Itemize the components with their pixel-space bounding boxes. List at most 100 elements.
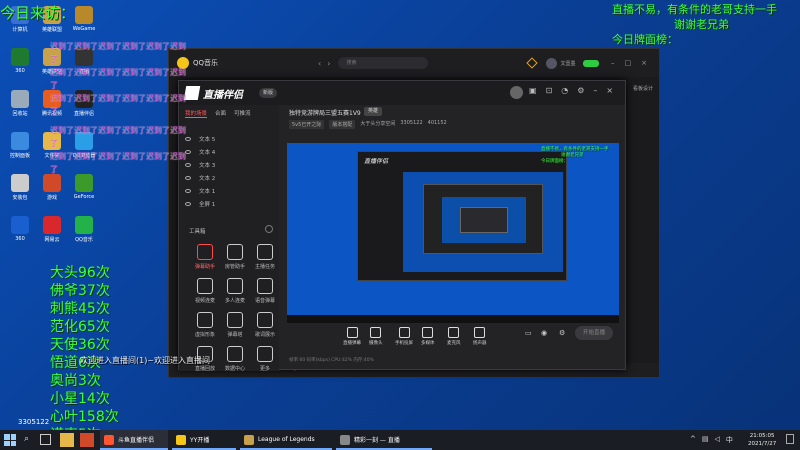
leaderboard-entry: 心叶158次 <box>50 409 119 425</box>
stream-title[interactable]: 独特竞游牌局三盟五赛1V9 <box>289 108 361 117</box>
tool-icon <box>257 244 273 260</box>
camera-icon[interactable]: ▭ <box>525 329 532 337</box>
tool-icon <box>227 312 243 328</box>
explorer-icon[interactable] <box>60 433 74 447</box>
minimize-icon[interactable]: – <box>593 86 597 95</box>
layer-label: 文本 2 <box>199 175 216 182</box>
desktop-icon[interactable]: GeForce <box>66 174 102 214</box>
taskbar-item-2[interactable]: YY开播 <box>172 430 236 450</box>
scene-panel: 我的场景 合面 可推流 文本 5 文本 4 文本 3 文本 2 文本 1 全屏 1 工具箱… <box>179 105 279 372</box>
desktop-icon[interactable]: 安装包 <box>2 174 38 214</box>
app-icon[interactable] <box>80 433 94 447</box>
tool-icon <box>227 244 243 260</box>
layer-label: 全屏 1 <box>199 201 216 208</box>
control-button[interactable]: 麦克风 <box>447 327 461 346</box>
desktop-icon-label: 控制面板 <box>9 153 30 159</box>
lock-icon[interactable]: ⊡ <box>546 86 553 95</box>
eye-icon[interactable] <box>185 201 191 206</box>
user-name: 文壹墨 <box>560 60 576 67</box>
control-button[interactable]: 摄像头 <box>369 327 383 346</box>
tool-icon <box>257 278 273 294</box>
layer-item[interactable]: 文本 5 <box>179 132 279 145</box>
start-stream-button[interactable]: 开始直播 <box>575 326 613 340</box>
notification-icon[interactable] <box>786 434 794 444</box>
control-label: 扬声器 <box>473 341 487 346</box>
tool-label: 虚拟形象 <box>194 332 215 338</box>
avatar[interactable] <box>546 57 558 69</box>
desktop-icon-label: 计算机 <box>12 27 28 33</box>
nested-preview-window-3 <box>460 207 508 233</box>
bell-icon[interactable]: ◔ <box>561 86 568 95</box>
marquee-line-3: 迟到了迟到了迟到了迟到了迟到了迟到了 <box>50 94 186 116</box>
layer-item[interactable]: 文本 2 <box>179 171 279 184</box>
clock[interactable]: 21:05:05 2021/7/27 <box>748 432 776 448</box>
tool-icon <box>257 312 273 328</box>
qq-music-titlebar: QQ音乐 ‹ › 搜索 文壹墨 – □ × <box>169 49 659 77</box>
desktop-icon[interactable]: 360 <box>2 216 38 256</box>
chip-2[interactable]: 版本搭配 <box>329 120 356 129</box>
settings-icon[interactable]: ⚙ <box>577 86 584 95</box>
layer-item[interactable]: 文本 1 <box>179 184 279 197</box>
tool-label: 直播回放 <box>194 366 215 372</box>
desktop-icon[interactable]: 360 <box>2 48 38 88</box>
network-icon[interactable]: ▤ <box>702 435 709 445</box>
close-icon[interactable]: × <box>641 59 647 67</box>
leaderboard-entry: 范化65次 <box>50 319 110 335</box>
layer-item[interactable]: 全屏 1 <box>179 197 279 210</box>
volume-icon[interactable]: ◁ <box>715 435 720 445</box>
app-icon <box>43 174 61 192</box>
taskbar-item-1[interactable]: 斗鱼直播伴侣 <box>100 430 168 450</box>
vip-badge <box>583 59 600 67</box>
nav-forward-icon[interactable]: › <box>327 59 330 68</box>
eye-icon[interactable] <box>185 175 191 180</box>
toolbox-more-icon[interactable] <box>265 225 273 233</box>
gear-icon[interactable]: ⚙ <box>559 329 565 337</box>
gift-icon[interactable]: ▣ <box>529 86 537 95</box>
leaderboard-entry: 佛爷37次 <box>50 283 110 299</box>
nav-back-icon[interactable]: ‹ <box>318 59 321 68</box>
control-button[interactable]: 多媒体 <box>421 327 435 346</box>
search-icon[interactable]: ⌕ <box>24 434 29 444</box>
stream-preview[interactable]: 直播伴侣 直播不易，有条件的老哥支持一手 谢谢老兄弟 今日牌面榜： <box>287 143 619 323</box>
task-view-icon[interactable] <box>40 434 51 445</box>
layer-item[interactable]: 文本 3 <box>179 158 279 171</box>
desktop-icon[interactable]: 回收站 <box>2 90 38 130</box>
desktop-icon[interactable]: 控制面板 <box>2 132 38 172</box>
viewer-count: 3305122 <box>400 120 423 126</box>
control-button[interactable]: 扬声器 <box>473 327 487 346</box>
avatar[interactable] <box>510 86 523 99</box>
tab-streamable[interactable]: 可推流 <box>234 109 251 118</box>
desktop-icon[interactable]: 游戏 <box>34 174 70 214</box>
desktop-icon-label: 360 <box>15 236 25 242</box>
maximize-icon[interactable]: □ <box>625 59 632 67</box>
windows-start-icon[interactable] <box>4 434 16 446</box>
desktop-icon-label: QQ音乐 <box>75 237 93 243</box>
eye-icon[interactable] <box>185 188 191 193</box>
tool-button[interactable]: 更多 <box>245 339 285 379</box>
layer-list: 文本 5 文本 4 文本 3 文本 2 文本 1 全屏 1 <box>179 132 279 210</box>
minimize-icon[interactable]: – <box>611 59 615 67</box>
desktop: { "overlay": { "top_left": "今日来访：", "top… <box>0 0 800 450</box>
desktop-icon[interactable]: QQ音乐 <box>66 216 102 256</box>
qq-music-search-input[interactable]: 搜索 <box>338 57 429 69</box>
support-message: 直播不易，有条件的老哥支持一手 谢谢老兄弟 今日牌面榜： <box>612 2 800 47</box>
taskbar-item-3[interactable]: League of Legends <box>240 430 332 450</box>
layer-item[interactable]: 文本 4 <box>179 145 279 158</box>
app-icon <box>11 90 29 108</box>
desktop-icon[interactable]: 网易云 <box>34 216 70 256</box>
taskbar-item-4[interactable]: 精彩一刻 — 直播 <box>336 430 432 450</box>
desktop-icon-label: 安装包 <box>12 195 28 201</box>
ime-icon[interactable]: 中 <box>726 435 733 445</box>
version-badge[interactable]: 新版 <box>259 88 278 98</box>
control-button[interactable]: 直播弹幕 <box>343 327 361 346</box>
close-icon[interactable]: × <box>606 86 613 95</box>
tab-merge[interactable]: 合面 <box>215 109 226 118</box>
layer-label: 文本 1 <box>199 188 216 195</box>
control-icon <box>370 327 382 338</box>
control-button[interactable]: 手机投屏 <box>395 327 413 346</box>
eye-icon[interactable]: ◉ <box>541 329 547 337</box>
chip-1[interactable]: 5v5已开之际 <box>289 120 325 129</box>
stream-tag[interactable]: 英雄 <box>364 107 383 116</box>
chevron-up-icon[interactable]: ^ <box>690 435 696 445</box>
app-icon <box>11 216 29 234</box>
